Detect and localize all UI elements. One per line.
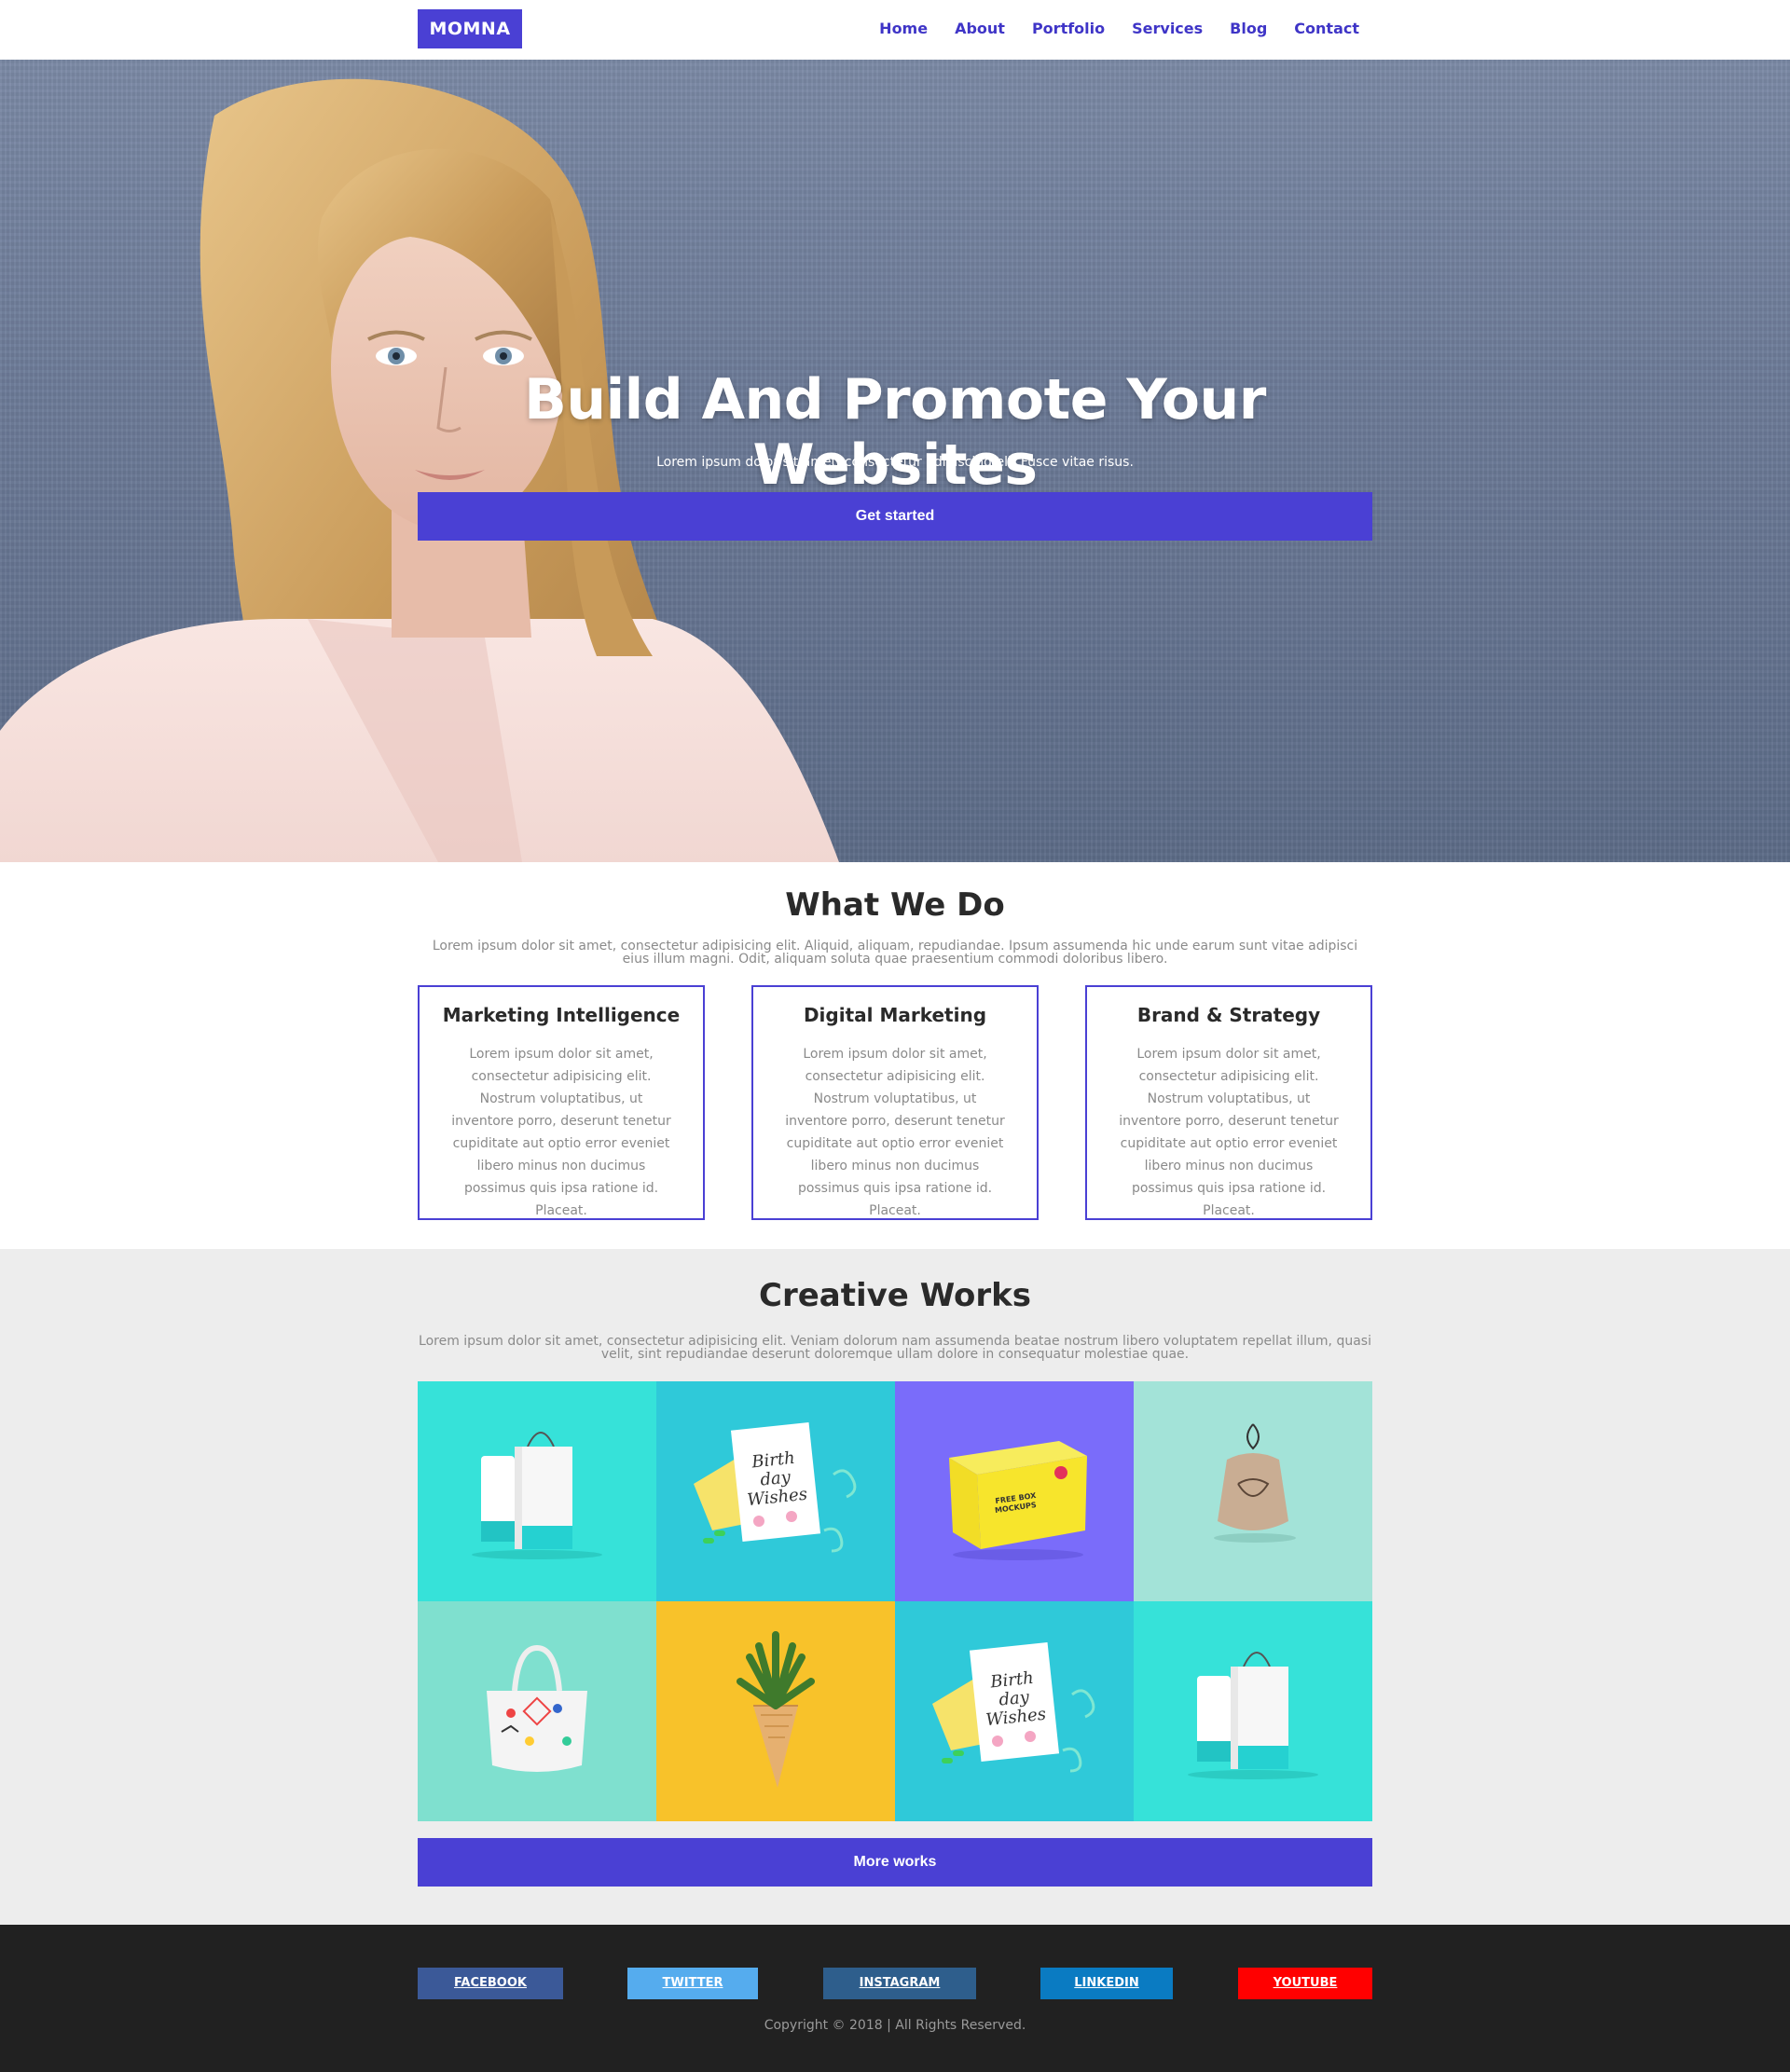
tote-bag-image <box>487 1644 587 1772</box>
pineapple-cone-image <box>737 1631 815 1788</box>
yellow-box-image: FREE BOX MOCKUPS <box>949 1441 1087 1560</box>
nav-services[interactable]: Services <box>1132 0 1203 60</box>
instagram-button[interactable]: INSTAGRAM <box>823 1968 976 1999</box>
nav-home[interactable]: Home <box>879 0 928 60</box>
service-card-title: Brand & Strategy <box>1136 1004 1321 1026</box>
shopping-bags-image <box>472 1432 602 1559</box>
portfolio-tile-birthday-card[interactable]: Birth day Wishes <box>895 1601 1134 1821</box>
service-card: Digital Marketing Lorem ipsum dolor sit … <box>751 985 1039 1220</box>
portfolio-tile-pouch[interactable] <box>1134 1381 1372 1601</box>
birthday-card-image: Birth day Wishes <box>932 1641 1095 1773</box>
portfolio-tile-bags[interactable] <box>1134 1601 1372 1821</box>
get-started-button[interactable]: Get started <box>418 492 1372 541</box>
birthday-card-image: Birth day Wishes <box>694 1421 857 1553</box>
portfolio-tile-tote-bag[interactable] <box>418 1601 656 1821</box>
twitter-button[interactable]: TWITTER <box>627 1968 758 1999</box>
copyright-text: Copyright © 2018 | All Rights Reserved. <box>764 2018 1026 2033</box>
footer: FACEBOOK TWITTER INSTAGRAM LINKEDIN YOUT… <box>0 1925 1790 2072</box>
brand-logo[interactable]: MOMNA <box>418 9 522 48</box>
nav-about[interactable]: About <box>955 0 1005 60</box>
what-we-do-title: What We Do <box>785 886 1005 924</box>
creative-works-title: Creative Works <box>759 1277 1031 1314</box>
top-navbar: MOMNA Home About Portfolio Services Blog… <box>0 0 1790 60</box>
service-card-text: Lorem ipsum dolor sit amet, consectetur … <box>451 1047 671 1218</box>
more-works-button[interactable]: More works <box>418 1838 1372 1887</box>
youtube-button[interactable]: YOUTUBE <box>1238 1968 1372 1999</box>
creative-works-description: Lorem ipsum dolor sit amet, consectetur … <box>419 1334 1371 1362</box>
portfolio-grid: Birth day Wishes FREE BOX MOCKUPS Birth … <box>418 1381 1372 1821</box>
pouch-image <box>1214 1423 1296 1543</box>
linkedin-button[interactable]: LINKEDIN <box>1040 1968 1173 1999</box>
main-menu: Home About Portfolio Services Blog Conta… <box>852 0 1359 60</box>
nav-portfolio[interactable]: Portfolio <box>1032 0 1105 60</box>
nav-contact[interactable]: Contact <box>1294 0 1359 60</box>
hero-subtitle: Lorem ipsum dolor sit amet, consectetur … <box>656 455 1134 470</box>
facebook-button[interactable]: FACEBOOK <box>418 1968 563 1999</box>
what-we-do-description: Lorem ipsum dolor sit amet, consectetur … <box>432 939 1358 967</box>
portfolio-tile-pineapple-cone[interactable] <box>656 1601 895 1821</box>
service-card-text: Lorem ipsum dolor sit amet, consectetur … <box>785 1047 1005 1218</box>
shopping-bags-image <box>1188 1652 1318 1779</box>
service-card-title: Digital Marketing <box>803 1004 987 1026</box>
portfolio-tile-bags[interactable] <box>418 1381 656 1601</box>
what-we-do-section: What We Do Lorem ipsum dolor sit amet, c… <box>0 862 1790 1249</box>
portfolio-tile-birthday-card[interactable]: Birth day Wishes <box>656 1381 895 1601</box>
service-card-title: Marketing Intelligence <box>442 1004 681 1026</box>
service-card: Marketing Intelligence Lorem ipsum dolor… <box>418 985 705 1220</box>
hero-section: Build And Promote Your Websites Lorem ip… <box>0 60 1790 862</box>
service-card: Brand & Strategy Lorem ipsum dolor sit a… <box>1085 985 1372 1220</box>
creative-works-section: Creative Works Lorem ipsum dolor sit ame… <box>0 1249 1790 1925</box>
service-card-text: Lorem ipsum dolor sit amet, consectetur … <box>1119 1047 1339 1218</box>
nav-blog[interactable]: Blog <box>1230 0 1267 60</box>
hero-title: Build And Promote Your Websites <box>524 367 1266 498</box>
portfolio-tile-yellow-box[interactable]: FREE BOX MOCKUPS <box>895 1381 1134 1601</box>
